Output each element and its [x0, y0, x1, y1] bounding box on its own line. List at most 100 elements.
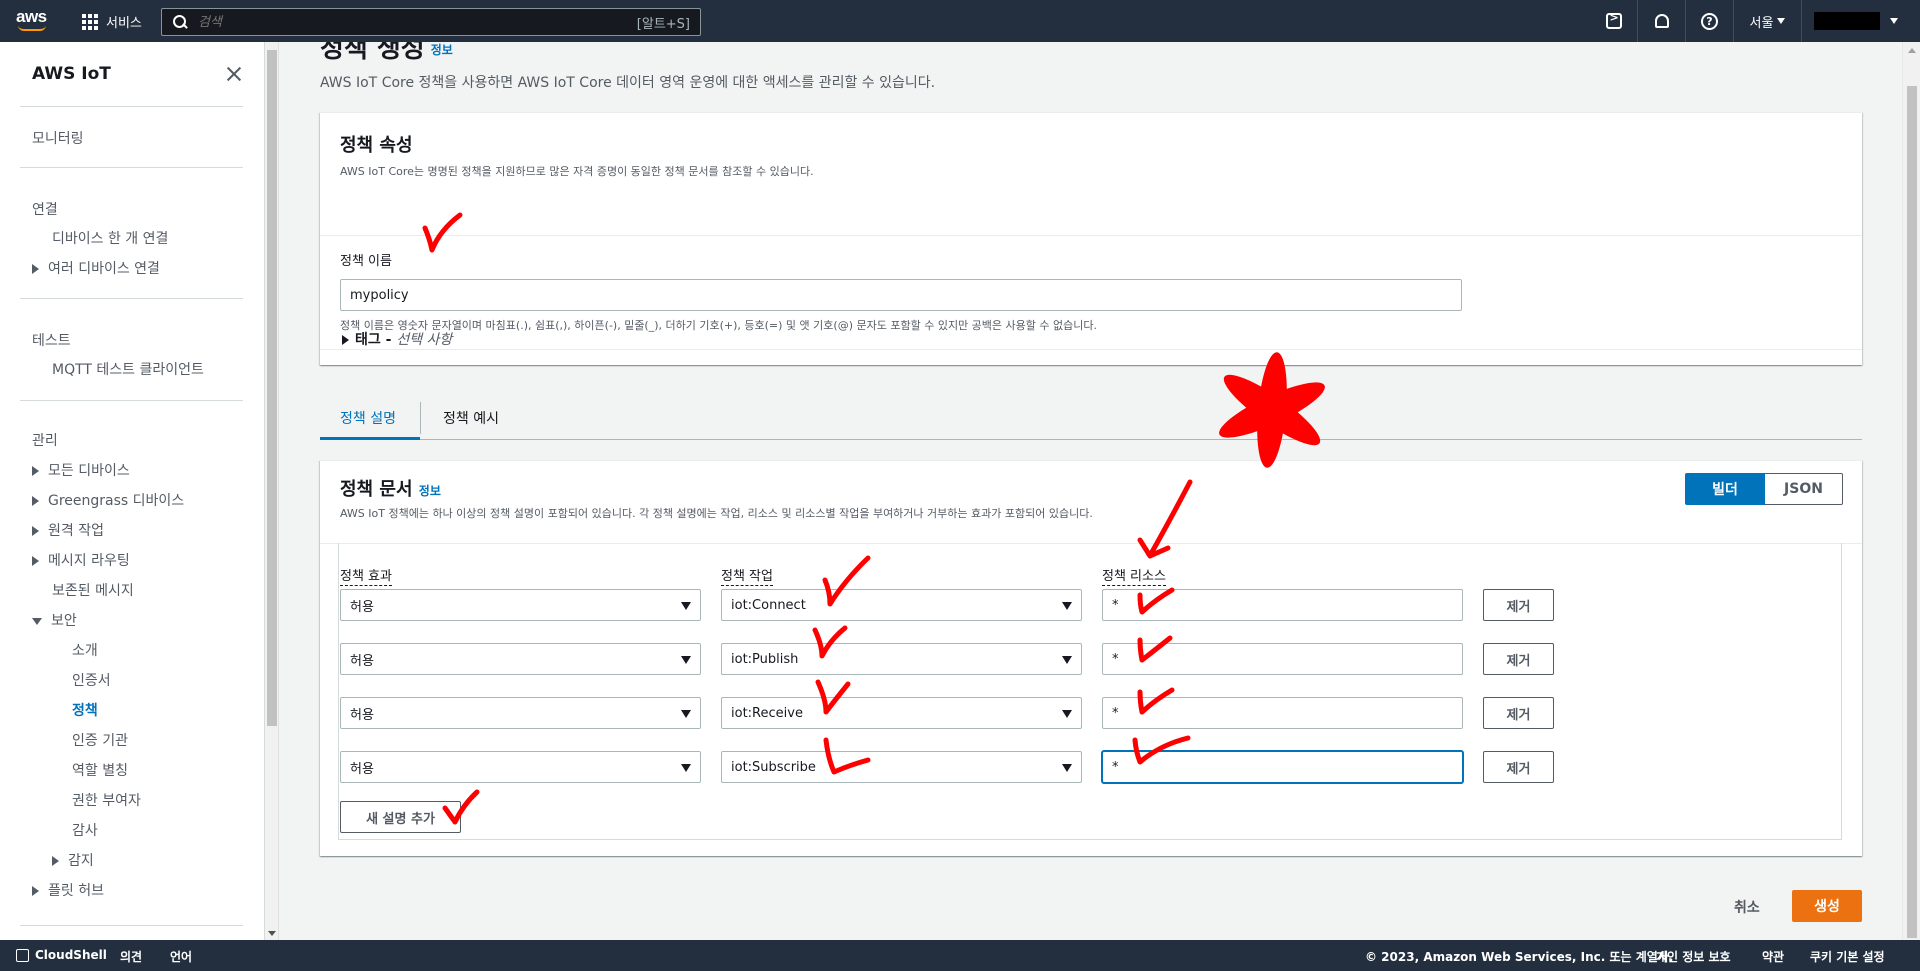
- effect-select[interactable]: 허용: [340, 589, 701, 621]
- effect-select[interactable]: 허용: [340, 697, 701, 729]
- terminal-icon: [16, 949, 29, 962]
- remove-statement-button[interactable]: 제거: [1483, 697, 1554, 729]
- sidebar-item-connect-many-devices[interactable]: 여러 디바이스 연결: [32, 258, 160, 278]
- footer-cookie-preferences-link[interactable]: 쿠키 기본 설정: [1810, 948, 1885, 965]
- action-column-label: 정책 작업: [721, 565, 773, 586]
- effect-column-label: 정책 효과: [340, 565, 392, 586]
- cancel-button[interactable]: 취소: [1734, 897, 1760, 917]
- effect-select[interactable]: 허용: [340, 751, 701, 783]
- dropdown-caret-icon: [1062, 656, 1072, 664]
- main-content: 정책 생성 정보 AWS IoT Core 정책을 사용하면 AWS IoT Co…: [280, 42, 1902, 940]
- bell-icon: [1654, 14, 1669, 28]
- resource-column-label: 정책 리소스: [1102, 565, 1166, 586]
- sidebar-item-monitoring[interactable]: 모니터링: [32, 128, 84, 148]
- expand-icon: [32, 526, 39, 536]
- info-link[interactable]: 정보: [419, 484, 441, 498]
- sidebar-item-role-aliases[interactable]: 역할 별칭: [72, 760, 128, 780]
- notifications-button[interactable]: [1638, 0, 1686, 42]
- collapse-icon: [32, 617, 42, 625]
- sidebar-item-message-routing[interactable]: 메시지 라우팅: [32, 550, 130, 570]
- expand-icon: [342, 335, 349, 345]
- dropdown-caret-icon: [681, 602, 691, 610]
- action-select[interactable]: iot:Publish: [721, 643, 1082, 675]
- sidebar-section-test: 테스트: [32, 333, 71, 349]
- sidebar-item-security[interactable]: 보안: [32, 610, 77, 630]
- editor-mode-toggle: 빌더 JSON: [1685, 473, 1843, 505]
- resource-input[interactable]: [1102, 589, 1463, 621]
- create-button[interactable]: 생성: [1792, 890, 1862, 922]
- footer-feedback-link[interactable]: 의견: [120, 948, 142, 965]
- search-icon: [172, 14, 188, 30]
- services-menu-button[interactable]: 서비스: [82, 12, 142, 31]
- sidebar-item-greengrass-devices[interactable]: Greengrass 디바이스: [32, 490, 184, 510]
- side-navigation: AWS IoT 모니터링 연결 디바이스 한 개 연결 여러 디바이스 연결 테…: [0, 42, 265, 940]
- region-selector[interactable]: 서울: [1734, 0, 1802, 42]
- policy-name-label: 정책 이름: [340, 254, 392, 269]
- card-title: 정책 문서 정보: [340, 479, 441, 500]
- remove-statement-button[interactable]: 제거: [1483, 751, 1554, 783]
- info-link[interactable]: 정보: [431, 43, 453, 57]
- dropdown-caret-icon: [681, 656, 691, 664]
- sidebar-item-remote-actions[interactable]: 원격 작업: [32, 520, 104, 540]
- remove-statement-button[interactable]: 제거: [1483, 589, 1554, 621]
- expand-icon: [32, 264, 39, 274]
- tab-policy-examples[interactable]: 정책 예시: [420, 402, 540, 434]
- expand-icon: [32, 496, 39, 506]
- account-menu[interactable]: [1802, 0, 1920, 42]
- sidebar-item-certificates[interactable]: 인증서: [72, 670, 111, 690]
- search-bar[interactable]: [알트+S]: [161, 8, 701, 36]
- aws-logo[interactable]: aws: [16, 8, 50, 33]
- tags-expander[interactable]: 태그 - 선택 사항: [342, 329, 452, 349]
- dropdown-caret-icon: [1062, 710, 1072, 718]
- effect-select[interactable]: 허용: [340, 643, 701, 675]
- add-statement-button[interactable]: 새 설명 추가: [340, 801, 461, 833]
- main-scrollbar[interactable]: [1902, 42, 1920, 940]
- sidebar-item-audit[interactable]: 감사: [72, 820, 98, 840]
- sidebar-item-authorizers[interactable]: 권한 부여자: [72, 790, 141, 810]
- card-description: AWS IoT Core는 명명된 정책을 지원하므로 많은 자격 증명이 동일…: [340, 165, 814, 178]
- expand-icon: [32, 886, 39, 896]
- sidebar-item-connect-one-device[interactable]: 디바이스 한 개 연결: [52, 228, 168, 248]
- sidebar-scrollbar[interactable]: [265, 42, 279, 940]
- resource-input[interactable]: [1102, 751, 1463, 783]
- policy-tabs: 정책 설명 정책 예시: [320, 396, 1862, 440]
- expand-icon: [32, 466, 39, 476]
- resource-input[interactable]: [1102, 697, 1463, 729]
- remove-statement-button[interactable]: 제거: [1483, 643, 1554, 675]
- sidebar-item-intro[interactable]: 소개: [72, 640, 98, 660]
- footer-privacy-link[interactable]: 개인 정보 보호: [1656, 948, 1731, 965]
- builder-mode-button[interactable]: 빌더: [1685, 473, 1765, 505]
- footer-terms-link[interactable]: 약관: [1762, 948, 1784, 965]
- page-title: 정책 생성 정보: [320, 42, 453, 64]
- card-title: 정책 속성: [340, 135, 413, 156]
- policy-document-card: 정책 문서 정보 AWS IoT 정책에는 하나 이상의 정책 설명이 포함되어…: [320, 460, 1862, 856]
- sidebar-item-detect[interactable]: 감지: [52, 850, 94, 870]
- expand-icon: [32, 556, 39, 566]
- sidebar-item-mqtt-test-client[interactable]: MQTT 테스트 클라이언트: [52, 359, 204, 379]
- redacted-account-name: [1814, 12, 1880, 30]
- dropdown-caret-icon: [1062, 764, 1072, 772]
- json-mode-button[interactable]: JSON: [1765, 473, 1843, 505]
- action-select[interactable]: iot:Subscribe: [721, 751, 1082, 783]
- sidebar-section-connect: 연결: [32, 202, 58, 218]
- tab-policy-statements[interactable]: 정책 설명: [320, 396, 420, 440]
- footer: CloudShell 의견 언어 © 2023, Amazon Web Serv…: [0, 940, 1920, 971]
- sidebar-item-retained-messages[interactable]: 보존된 메시지: [52, 580, 134, 600]
- expand-icon: [52, 856, 59, 866]
- statement-container: [338, 543, 1842, 840]
- sidebar-item-certificate-authorities[interactable]: 인증 기관: [72, 730, 128, 750]
- sidebar-item-policies[interactable]: 정책: [72, 700, 98, 720]
- action-select[interactable]: iot:Receive: [721, 697, 1082, 729]
- caret-down-icon: [1777, 18, 1786, 24]
- cloudshell-button[interactable]: [1590, 0, 1638, 42]
- grid-icon: [82, 13, 98, 30]
- footer-language-link[interactable]: 언어: [170, 948, 192, 965]
- resource-input[interactable]: [1102, 643, 1463, 675]
- sidebar-item-fleet-hub[interactable]: 플릿 허브: [32, 880, 104, 900]
- close-icon[interactable]: [226, 66, 242, 82]
- action-select[interactable]: iot:Connect: [721, 589, 1082, 621]
- footer-cloudshell-link[interactable]: CloudShell: [16, 948, 107, 962]
- help-button[interactable]: ?: [1686, 0, 1734, 42]
- search-input[interactable]: [198, 14, 637, 30]
- sidebar-item-all-devices[interactable]: 모든 디바이스: [32, 460, 130, 480]
